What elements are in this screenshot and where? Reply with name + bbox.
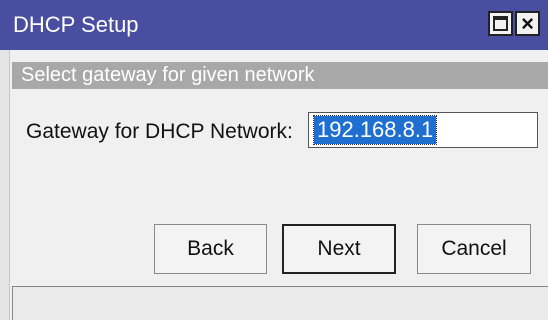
title-bar[interactable]: DHCP Setup ×	[0, 0, 548, 50]
hint-text: Select gateway for given network	[21, 64, 315, 86]
gateway-input-value: 192.168.8.1	[312, 115, 438, 145]
gateway-input[interactable]: 192.168.8.1	[308, 112, 538, 148]
back-button[interactable]: Back	[154, 224, 267, 274]
close-glyph: ×	[521, 10, 534, 36]
close-icon[interactable]: ×	[515, 11, 540, 36]
maximize-glyph	[493, 16, 508, 31]
status-bar	[12, 286, 548, 320]
next-button[interactable]: Next	[282, 224, 396, 274]
cancel-button[interactable]: Cancel	[417, 224, 531, 274]
left-panel-edge	[0, 50, 10, 320]
window-title: DHCP Setup	[13, 12, 139, 37]
hint-bar: Select gateway for given network	[12, 62, 548, 89]
maximize-icon[interactable]	[488, 11, 513, 36]
gateway-label: Gateway for DHCP Network:	[26, 120, 293, 143]
dhcp-setup-window: DHCP Setup × Select gateway for given ne…	[0, 0, 548, 320]
